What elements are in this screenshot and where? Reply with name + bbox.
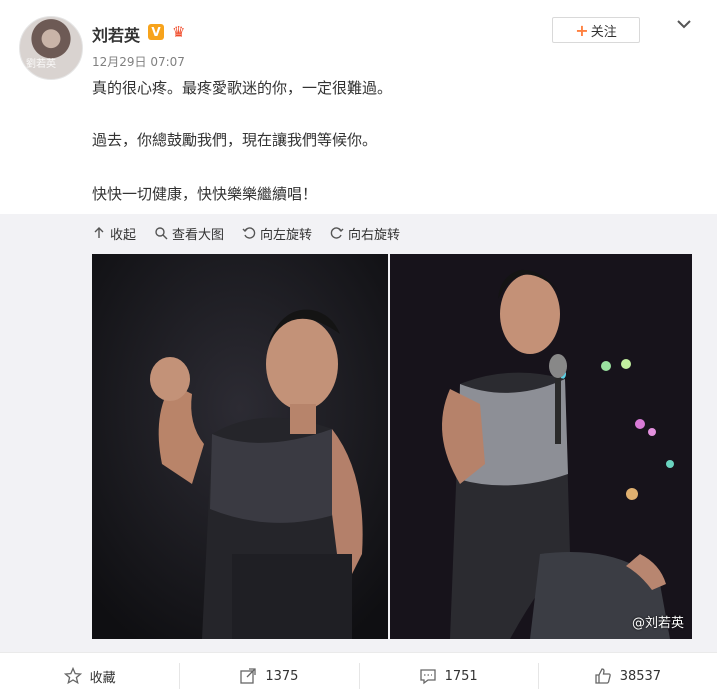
singer-microphone-illustration: [390, 254, 692, 639]
view-large-label: 查看大图: [172, 227, 225, 243]
post-paragraph: 真的很心疼。最疼愛歌迷的你，一定很難過。: [92, 79, 393, 97]
like-count: 38537: [619, 668, 662, 684]
favorite-label: 收藏: [89, 670, 116, 686]
comment-icon: [419, 669, 436, 685]
thumbs-up-icon: [595, 668, 611, 684]
photo-collage[interactable]: @刘若英: [92, 254, 692, 639]
weibo-post-card: 劉若英 刘若英 V ♛ 12月29日 07:07 + 关注 真的很心疼。最疼愛歌…: [0, 0, 717, 699]
post-paragraph: 過去，你總鼓勵我們，現在讓我們等候你。: [92, 131, 378, 149]
singer-fist-illustration: [92, 254, 388, 639]
rotate-left-button[interactable]: 向左旋转: [242, 223, 312, 243]
rotate-right-label: 向右旋转: [348, 227, 401, 243]
follow-button[interactable]: + 关注: [552, 17, 640, 43]
rotate-right-icon: [330, 227, 344, 239]
star-icon: [63, 667, 82, 685]
rotate-left-label: 向左旋转: [260, 227, 313, 243]
repost-count: 1375: [265, 668, 299, 684]
repost-icon: [240, 668, 256, 684]
search-icon: [155, 227, 168, 240]
post-time[interactable]: 12月29日 07:07: [92, 53, 185, 70]
avatar-signature: 劉若英: [26, 59, 56, 70]
plus-icon: +: [575, 20, 589, 40]
post-paragraph: 快快一切健康，快快樂樂繼續唱！: [92, 185, 318, 203]
rotate-right-button[interactable]: 向右旋转: [330, 223, 400, 243]
member-crown-icon[interactable]: ♛: [172, 23, 194, 41]
action-bar: 收藏 1375 1751 38537: [0, 652, 717, 699]
concert-photo-left[interactable]: [92, 254, 388, 639]
collapse-label: 收起: [110, 227, 137, 243]
rotate-left-icon: [242, 227, 256, 239]
avatar[interactable]: 劉若英: [19, 16, 83, 80]
view-large-button[interactable]: 查看大图: [154, 223, 224, 243]
repost-button[interactable]: 1375: [179, 653, 358, 699]
media-toolbar: 收起 查看大图 向左旋转 向右旋转: [92, 223, 418, 243]
collapse-button[interactable]: 收起: [92, 223, 136, 243]
favorite-button[interactable]: 收藏: [0, 653, 179, 699]
comment-button[interactable]: 1751: [358, 653, 538, 699]
collapse-icon: [94, 227, 104, 238]
media-panel: 收起 查看大图 向左旋转 向右旋转 @刘若英: [0, 214, 717, 652]
chevron-down-icon[interactable]: [674, 14, 694, 34]
weibo-watermark: @刘若英: [631, 616, 684, 631]
like-button[interactable]: 38537: [537, 653, 717, 699]
comment-count: 1751: [444, 668, 478, 684]
author-name[interactable]: 刘若英: [92, 22, 140, 46]
follow-label: 关注: [590, 24, 617, 40]
concert-photo-right[interactable]: @刘若英: [390, 254, 692, 639]
verified-badge-icon[interactable]: V: [148, 24, 164, 40]
